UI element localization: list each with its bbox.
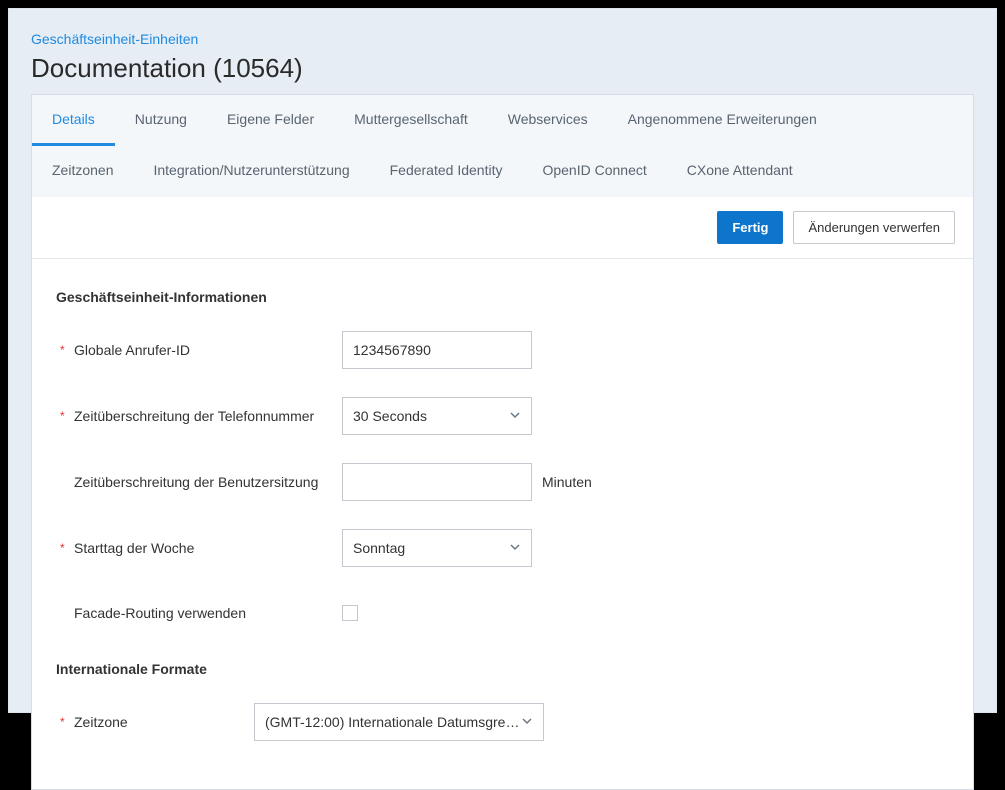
- tab-erweiterungen[interactable]: Angenommene Erweiterungen: [608, 95, 837, 146]
- field-phone-timeout: * Zeitüberschreitung der Telefonnummer 3…: [56, 397, 949, 435]
- done-button[interactable]: Fertig: [717, 211, 783, 244]
- tab-openid-connect[interactable]: OpenID Connect: [522, 146, 666, 197]
- required-marker: *: [60, 343, 74, 357]
- facade-routing-checkbox[interactable]: [342, 605, 358, 621]
- field-timezone: * Zeitzone (GMT-12:00) Internationale Da…: [56, 703, 949, 741]
- app-frame: Geschäftseinheit-Einheiten Documentation…: [8, 8, 997, 713]
- header: Geschäftseinheit-Einheiten Documentation…: [9, 9, 996, 94]
- timezone-select[interactable]: (GMT-12:00) Internationale Datumsgrenze: [254, 703, 544, 741]
- chevron-down-icon: [521, 714, 533, 730]
- main-card: Details Nutzung Eigene Felder Muttergese…: [31, 94, 974, 790]
- page-title: Documentation (10564): [31, 53, 974, 84]
- tab-zeitzonen[interactable]: Zeitzonen: [32, 146, 133, 197]
- field-session-timeout: Zeitüberschreitung der Benutzersitzung M…: [56, 463, 949, 501]
- field-week-start: * Starttag der Woche Sonntag: [56, 529, 949, 567]
- tab-federated-identity[interactable]: Federated Identity: [370, 146, 523, 197]
- chevron-down-icon: [509, 540, 521, 556]
- required-marker: *: [60, 409, 74, 423]
- tab-cxone-attendant[interactable]: CXone Attendant: [667, 146, 813, 197]
- session-timeout-suffix: Minuten: [542, 474, 592, 490]
- discard-button[interactable]: Änderungen verwerfen: [793, 211, 955, 244]
- label-session-timeout: Zeitüberschreitung der Benutzersitzung: [74, 473, 318, 491]
- week-start-select[interactable]: Sonntag: [342, 529, 532, 567]
- global-caller-id-input[interactable]: [342, 331, 532, 369]
- tab-muttergesellschaft[interactable]: Muttergesellschaft: [334, 95, 488, 146]
- content-area: Geschäftseinheit-Informationen * Globale…: [32, 259, 973, 789]
- label-timezone: Zeitzone: [74, 713, 128, 731]
- label-facade-routing: Facade-Routing verwenden: [74, 604, 246, 622]
- required-marker: *: [60, 541, 74, 555]
- actions-bar: Fertig Änderungen verwerfen: [32, 197, 973, 259]
- chevron-down-icon: [509, 408, 521, 424]
- timezone-value: (GMT-12:00) Internationale Datumsgrenze: [265, 714, 521, 730]
- phone-timeout-value: 30 Seconds: [353, 408, 427, 424]
- week-start-value: Sonntag: [353, 540, 405, 556]
- phone-timeout-select[interactable]: 30 Seconds: [342, 397, 532, 435]
- tabs-row-1: Details Nutzung Eigene Felder Muttergese…: [32, 95, 973, 197]
- section-bu-info: Geschäftseinheit-Informationen: [56, 289, 949, 305]
- section-intl-formats: Internationale Formate: [56, 661, 949, 677]
- field-facade-routing: Facade-Routing verwenden: [56, 595, 949, 631]
- tab-details[interactable]: Details: [32, 95, 115, 146]
- tab-integration[interactable]: Integration/Nutzerunterstützung: [133, 146, 369, 197]
- label-phone-timeout: Zeitüberschreitung der Telefonnummer: [74, 407, 314, 425]
- tab-webservices[interactable]: Webservices: [488, 95, 608, 146]
- session-timeout-input[interactable]: [342, 463, 532, 501]
- label-week-start: Starttag der Woche: [74, 539, 194, 557]
- breadcrumb-link[interactable]: Geschäftseinheit-Einheiten: [31, 31, 198, 47]
- field-global-caller-id: * Globale Anrufer-ID: [56, 331, 949, 369]
- label-global-caller-id: Globale Anrufer-ID: [74, 341, 190, 359]
- required-marker: *: [60, 715, 74, 729]
- tab-nutzung[interactable]: Nutzung: [115, 95, 207, 146]
- tab-eigene-felder[interactable]: Eigene Felder: [207, 95, 334, 146]
